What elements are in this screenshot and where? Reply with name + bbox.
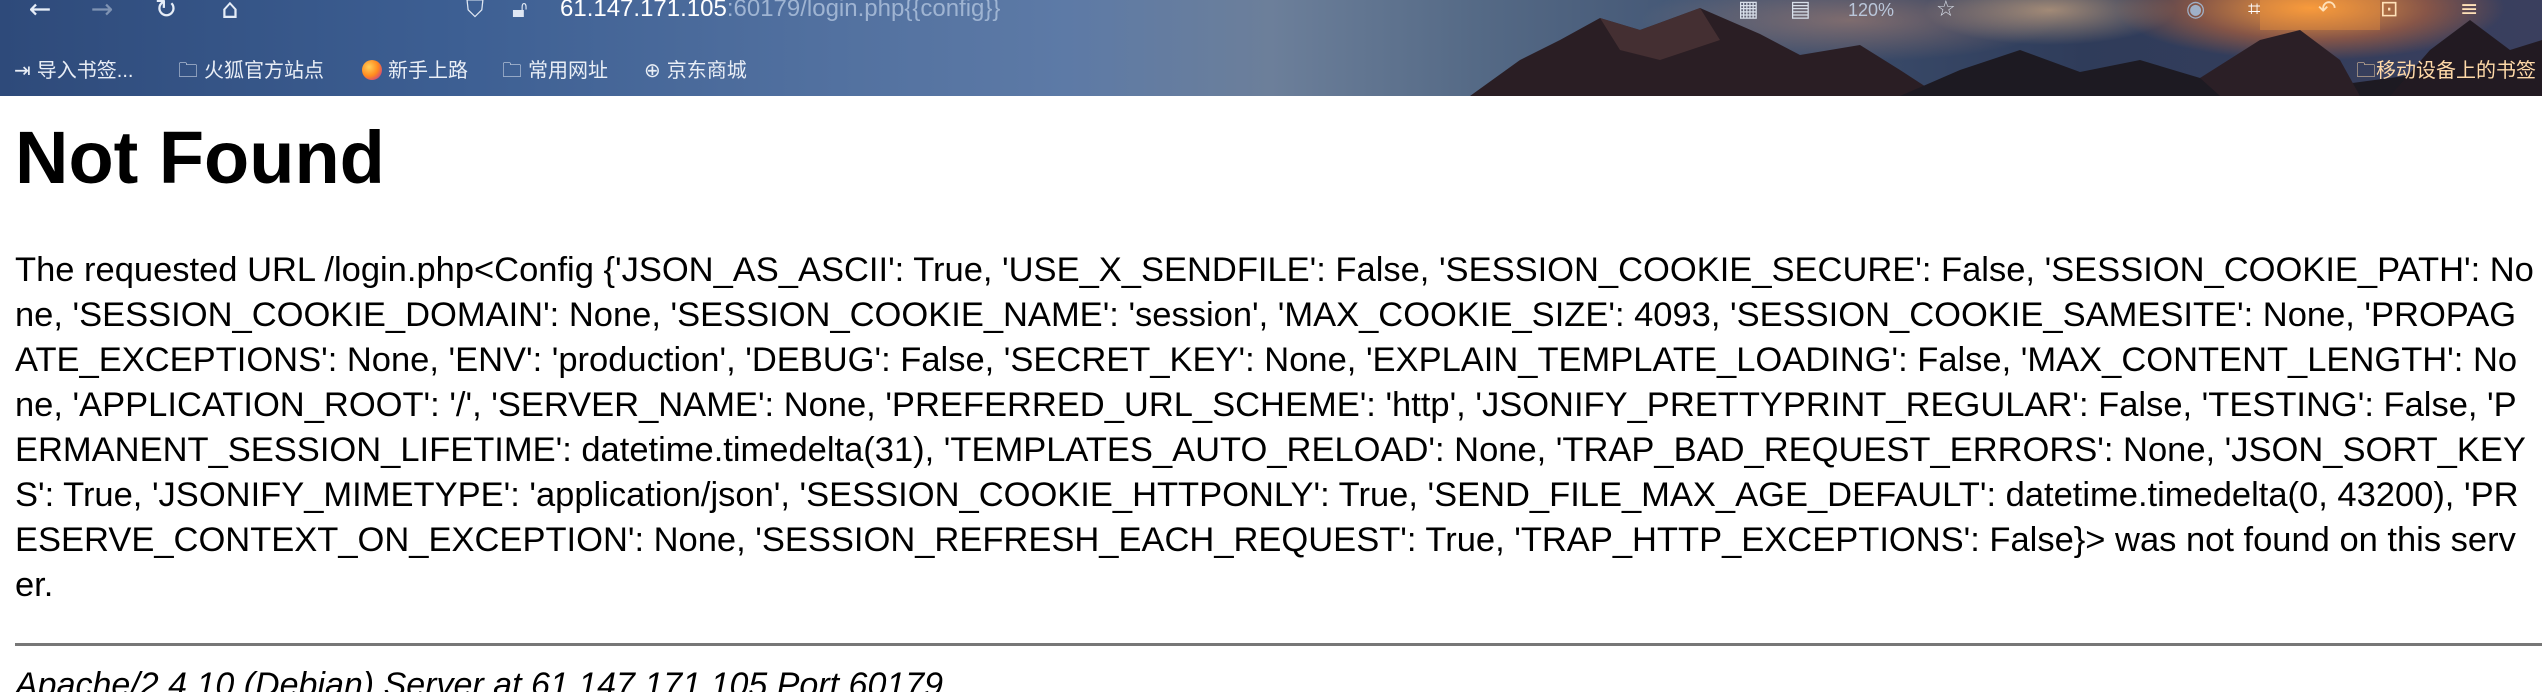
- globe-icon: ⊕: [644, 60, 661, 82]
- mobile-bookmarks[interactable]: 🗀︎移动设备上的书签: [2356, 56, 2536, 86]
- bookmark-label: 导入书签...: [36, 60, 134, 82]
- bookmark-jd[interactable]: ⊕ 京东商城: [644, 56, 747, 86]
- bookmark-label: 新手上路: [388, 60, 468, 82]
- qr-code-icon[interactable]: ▦: [1738, 0, 1759, 26]
- reload-icon[interactable]: ↻: [146, 0, 186, 26]
- bookmark-star-icon[interactable]: ☆: [1936, 0, 1956, 26]
- import-icon: ⇥: [14, 60, 31, 82]
- home-icon[interactable]: ⌂: [210, 0, 250, 26]
- divider: [15, 643, 2542, 646]
- browser-chrome: ← → ↻ ⌂ ⛉ 🔓︎ 61.147.171.105:60179/login.…: [0, 0, 2542, 96]
- bookmark-import[interactable]: ⇥ 导入书签...: [14, 56, 133, 86]
- page-content: Not Found The requested URL /login.php<C…: [0, 96, 2542, 692]
- back-arrow-icon[interactable]: ←: [20, 0, 60, 26]
- error-message: The requested URL /login.php<Config {'JS…: [15, 251, 2534, 604]
- bookmark-label: 火狐官方站点: [204, 60, 324, 82]
- screenshot-crop-icon[interactable]: ⌗: [2248, 0, 2260, 26]
- zoom-level[interactable]: 120%: [1848, 0, 1894, 24]
- folder-icon: 🗀︎: [178, 60, 198, 82]
- tracking-shield-icon[interactable]: ⛉: [466, 0, 484, 26]
- url-path: :60179/login.php{{config}}: [726, 0, 1001, 22]
- page-title: Not Found: [15, 116, 385, 199]
- navigation-toolbar: ← → ↻ ⌂ ⛉ 🔓︎ 61.147.171.105:60179/login.…: [0, 0, 2542, 30]
- url-host: 61.147.171.105: [560, 0, 727, 22]
- bookmark-label: 常用网址: [528, 60, 608, 82]
- bookmark-getting-started[interactable]: 新手上路: [362, 56, 468, 86]
- connection-info-icon[interactable]: 🔓︎: [512, 0, 528, 26]
- account-icon[interactable]: ◉: [2186, 0, 2205, 26]
- extensions-icon[interactable]: ⊡: [2380, 0, 2398, 26]
- url-text[interactable]: 61.147.171.105:60179/login.php{{config}}: [560, 0, 1000, 26]
- server-signature: Apache/2.4.10 (Debian) Server at 61.147.…: [15, 666, 944, 692]
- bookmark-label: 京东商城: [666, 60, 747, 82]
- bookmark-firefox-official[interactable]: 🗀︎ 火狐官方站点: [178, 56, 324, 86]
- forward-arrow-icon[interactable]: →: [82, 0, 122, 26]
- firefox-icon: [362, 60, 382, 80]
- undo-icon[interactable]: ↶: [2318, 0, 2336, 26]
- folder-icon: 🗀︎: [502, 60, 522, 82]
- reader-view-icon[interactable]: ▤: [1790, 0, 1811, 26]
- address-bar[interactable]: ⛉ 🔓︎ 61.147.171.105:60179/login.php{{con…: [460, 0, 1880, 26]
- menu-icon[interactable]: ≡: [2460, 0, 2478, 26]
- mobile-bookmarks-label: 移动设备上的书签: [2376, 60, 2536, 82]
- bookmarks-toolbar: ⇥ 导入书签... 🗀︎ 火狐官方站点 新手上路 🗀︎ 常用网址 ⊕ 京东商城 🗀︎移动…: [0, 56, 2542, 86]
- bookmark-common-sites[interactable]: 🗀︎ 常用网址: [502, 56, 608, 86]
- mobile-bookmarks-folder-icon: 🗀︎: [2356, 60, 2376, 82]
